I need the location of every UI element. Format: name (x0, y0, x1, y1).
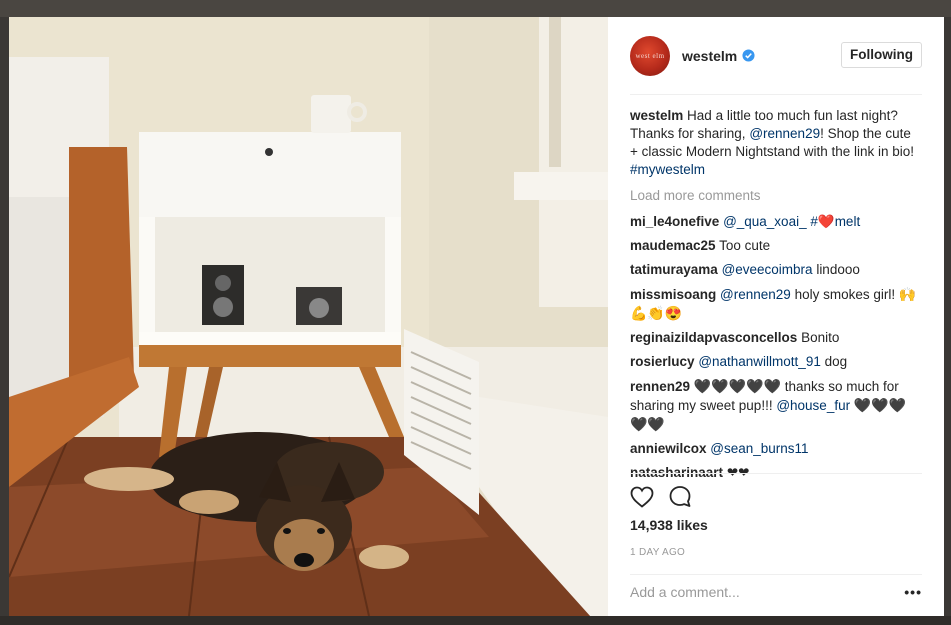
comment-item: mi_le4onefive @_qua_xoai_ #❤️melt (630, 213, 922, 231)
comment-text: dog (820, 354, 848, 369)
comment-link[interactable]: @sean_burns11 (710, 441, 808, 456)
comment-username[interactable]: mi_le4onefive (630, 214, 719, 229)
post-timestamp[interactable]: 1 DAY AGO (630, 544, 922, 562)
comment-text: holy smokes girl! (790, 287, 899, 302)
comment-username[interactable]: reginaizildapvasconcellos (630, 330, 797, 345)
add-comment-row: ••• (630, 574, 922, 609)
heart-emoji: ❤️ (817, 214, 835, 229)
comment-username[interactable]: anniewilcox (630, 441, 707, 456)
heart-outline-icon[interactable] (630, 486, 654, 508)
like-count[interactable]: 14,938 likes (630, 516, 922, 534)
username-link[interactable]: westelm (682, 47, 737, 65)
speech-bubble-icon[interactable] (668, 485, 692, 509)
comments-list: westelm Had a little too much fun last n… (630, 107, 922, 488)
comment-username[interactable]: missmisoang (630, 287, 716, 302)
comment-link[interactable]: @rennen29 (720, 287, 791, 302)
more-options-button[interactable]: ••• (904, 583, 922, 601)
caption-hashtag[interactable]: #mywestelm (630, 162, 705, 177)
comment-container: mi_le4onefive @_qua_xoai_ #❤️melt maudema… (630, 213, 922, 482)
comment-item: anniewilcox @sean_burns11 (630, 440, 922, 458)
post-modal: west elm westelm Following westelm Had a… (9, 17, 944, 616)
comment-link[interactable]: @eveecoimbra (722, 262, 813, 277)
caption-username[interactable]: westelm (630, 108, 683, 123)
post-photo (9, 17, 608, 616)
caption: westelm Had a little too much fun last n… (630, 107, 922, 179)
comment-text: Too cute (719, 238, 771, 253)
emoji-text: 🖤🖤🖤🖤🖤 (693, 378, 781, 394)
caption-mention[interactable]: @rennen29 (749, 126, 820, 141)
following-button[interactable]: Following (841, 42, 922, 68)
comment-item: missmisoang @rennen29 holy smokes girl! … (630, 285, 922, 323)
comment-text: Bonito (801, 330, 840, 345)
comment-link[interactable]: # (810, 214, 818, 229)
comment-item: maudemac25 Too cute (630, 237, 922, 255)
comment-username[interactable]: tatimurayama (630, 262, 718, 277)
load-more-comments-link[interactable]: Load more comments (630, 187, 922, 205)
backdrop-bottom (0, 616, 951, 625)
comment-text: lindooo (812, 262, 860, 277)
comment-item: rennen29 🖤🖤🖤🖤🖤 thanks so much for sharin… (630, 377, 922, 434)
post-side-panel: west elm westelm Following westelm Had a… (608, 17, 944, 616)
comment-item: reginaizildapvasconcellos Bonito (630, 329, 922, 347)
comment-link[interactable]: @_qua_xoai_ (723, 214, 807, 229)
backdrop-top (0, 0, 951, 17)
comment-link[interactable]: melt (835, 214, 861, 229)
add-comment-input[interactable] (630, 584, 905, 600)
avatar-logo-text: west elm (635, 51, 665, 60)
comment-item: rosierlucy @nathanwillmott_91 dog (630, 353, 922, 371)
comment-username[interactable]: rosierlucy (630, 354, 695, 369)
comment-link[interactable]: @house_fur (776, 398, 850, 413)
comment-username[interactable]: rennen29 (630, 379, 690, 394)
post-header: west elm westelm Following (630, 17, 922, 95)
avatar[interactable]: west elm (630, 35, 670, 76)
post-actions: 14,938 likes 1 DAY AGO (630, 473, 922, 562)
comment-item: tatimurayama @eveecoimbra lindooo (630, 261, 922, 279)
comment-username[interactable]: maudemac25 (630, 238, 716, 253)
comment-link[interactable]: @nathanwillmott_91 (698, 354, 821, 369)
verified-badge-icon (742, 49, 755, 62)
